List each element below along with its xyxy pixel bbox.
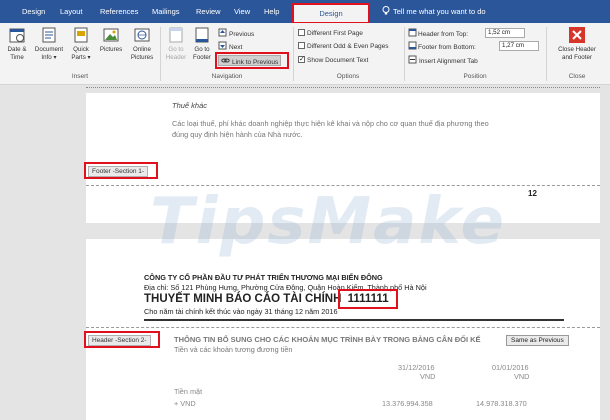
column2-unit: VND (514, 372, 530, 381)
previous-label: Previous (229, 31, 255, 38)
page-number: 12 (528, 189, 537, 198)
date-time-label: Date & Time (7, 46, 27, 61)
alignment-tab-icon (408, 55, 417, 64)
row-label: Tiền mặt (174, 387, 203, 396)
header-rule (144, 319, 564, 321)
lightbulb-icon (382, 6, 390, 15)
column2-date: 01/01/2016 (492, 363, 529, 372)
close-header-footer-label: Close Header and Footer (558, 46, 596, 61)
quick-parts-button[interactable]: Quick Parts ▾ (68, 26, 94, 61)
navigation-group-label: Navigation (211, 73, 243, 80)
group-separator (293, 27, 294, 81)
tab-references[interactable]: References (100, 0, 138, 23)
same-as-previous-tag: Same as Previous (506, 335, 569, 346)
watermark: TipsMake (150, 185, 507, 259)
ribbon: Date & Time Document Info ▾ Quick Parts … (0, 23, 610, 85)
page1-heading: Thuế khác (172, 101, 208, 110)
tell-me-text: Tell me what you want to do (393, 7, 486, 16)
previous-section-icon (218, 28, 227, 37)
column1-unit: VND (420, 372, 436, 381)
go-to-footer-label: Go to Footer (193, 46, 211, 61)
header-position-icon (408, 28, 417, 37)
position-group-label: Position (463, 73, 487, 80)
go-to-header-button[interactable]: Go to Header (164, 26, 188, 61)
footer-from-bottom-label-wrap: Footer from Bottom: (408, 41, 476, 52)
next-button[interactable]: Next (218, 41, 242, 52)
tab-layout[interactable]: Layout (60, 0, 83, 23)
tab-review[interactable]: Review (196, 0, 221, 23)
checkbox-box-checked (298, 54, 305, 65)
show-document-text-label: Show Document Text (307, 57, 369, 64)
go-to-header-icon (169, 27, 183, 43)
footer-position-icon (408, 41, 417, 50)
different-first-page-checkbox[interactable]: Different First Page (298, 28, 363, 39)
header-tag-highlight (84, 331, 160, 348)
date-time-button[interactable]: Date & Time (4, 26, 30, 61)
next-section-icon (218, 41, 227, 50)
tab-help[interactable]: Help (264, 0, 279, 23)
document-area: Thuế khác Các loại thuế, phí khác doanh … (0, 85, 610, 420)
link-to-previous-highlight (215, 52, 289, 69)
group-separator (546, 27, 547, 81)
design-tab-highlight (292, 3, 370, 24)
row-sublabel: + VND (174, 399, 196, 408)
tell-me-box[interactable]: Tell me what you want to do (382, 0, 486, 23)
header-from-top-label: Header from Top: (418, 31, 469, 38)
header-boundary-line (86, 327, 600, 328)
insert-alignment-tab-label: Insert Alignment Tab (419, 58, 478, 65)
online-picture-icon (134, 28, 150, 42)
tab-view[interactable]: View (234, 0, 250, 23)
insert-group-label: Insert (71, 73, 89, 80)
picture-icon (103, 28, 119, 42)
page-2: CÔNG TY CỔ PHẦN ĐẦU TƯ PHÁT TRIỂN THƯƠNG… (86, 239, 600, 420)
go-to-footer-button[interactable]: Go to Footer (190, 26, 214, 61)
title-code-highlight (338, 289, 398, 309)
different-odd-even-label: Different Odd & Even Pages (307, 43, 389, 50)
different-odd-even-checkbox[interactable]: Different Odd & Even Pages (298, 41, 389, 52)
footer-from-bottom-input[interactable]: 1,27 cm (499, 41, 539, 51)
group-separator (160, 27, 161, 81)
show-document-text-checkbox[interactable]: Show Document Text (298, 54, 369, 66)
calendar-icon (9, 28, 25, 43)
section-subtitle: Tiền và các khoản tương đương tiền (174, 345, 293, 354)
section-title: THÔNG TIN BỔ SUNG CHO CÁC KHOẢN MỤC TRÌN… (174, 335, 481, 344)
footer-from-bottom-label: Footer from Bottom: (418, 44, 476, 51)
online-pictures-label: Online Pictures (130, 46, 154, 61)
go-to-header-label: Go to Header (165, 46, 187, 61)
quick-parts-icon (74, 27, 88, 43)
header-from-top-label-wrap: Header from Top: (408, 28, 468, 39)
checkbox-box (298, 42, 305, 49)
quick-parts-label: Quick Parts ▾ (71, 46, 91, 61)
checkbox-box (298, 29, 305, 36)
report-period: Cho năm tài chính kết thúc vào ngày 31 t… (144, 307, 338, 316)
document-info-label: Document Info ▾ (34, 46, 64, 61)
different-first-page-label: Different First Page (307, 30, 363, 37)
tab-mailings[interactable]: Mailings (152, 0, 180, 23)
report-title-text: THUYẾT MINH BÁO CÁO TÀI CHÍNH (144, 293, 342, 305)
previous-button[interactable]: Previous (218, 28, 254, 39)
page1-paragraph-line2: đúng quy định hiện hành của Nhà nước. (172, 130, 303, 139)
group-separator (404, 27, 405, 81)
pictures-button[interactable]: Pictures (96, 26, 126, 54)
tab-design[interactable]: Design (22, 0, 45, 23)
next-label: Next (229, 44, 243, 51)
row-value-2: 14.978.318.370 (476, 399, 527, 408)
row-value-1: 13.376.994.358 (382, 399, 433, 408)
column1-date: 31/12/2016 (398, 363, 435, 372)
close-header-footer-button[interactable]: Close Header and Footer (548, 26, 606, 61)
close-icon (569, 27, 585, 43)
go-to-footer-icon (195, 27, 209, 43)
options-group-label: Options (336, 73, 360, 80)
company-name: CÔNG TY CỔ PHẦN ĐẦU TƯ PHÁT TRIỂN THƯƠNG… (144, 273, 383, 282)
insert-alignment-tab-button[interactable]: Insert Alignment Tab (408, 55, 478, 66)
header-from-top-input[interactable]: 1,52 cm (485, 28, 525, 38)
close-group-label: Close (568, 73, 586, 80)
page1-paragraph-line1: Các loại thuế, phí khác doanh nghiệp thự… (172, 119, 489, 128)
pictures-label: Pictures (99, 46, 123, 53)
document-info-icon (42, 27, 56, 43)
document-info-button[interactable]: Document Info ▾ (32, 26, 66, 61)
footer-tag-highlight (84, 162, 158, 179)
online-pictures-button[interactable]: Online Pictures (128, 26, 156, 61)
